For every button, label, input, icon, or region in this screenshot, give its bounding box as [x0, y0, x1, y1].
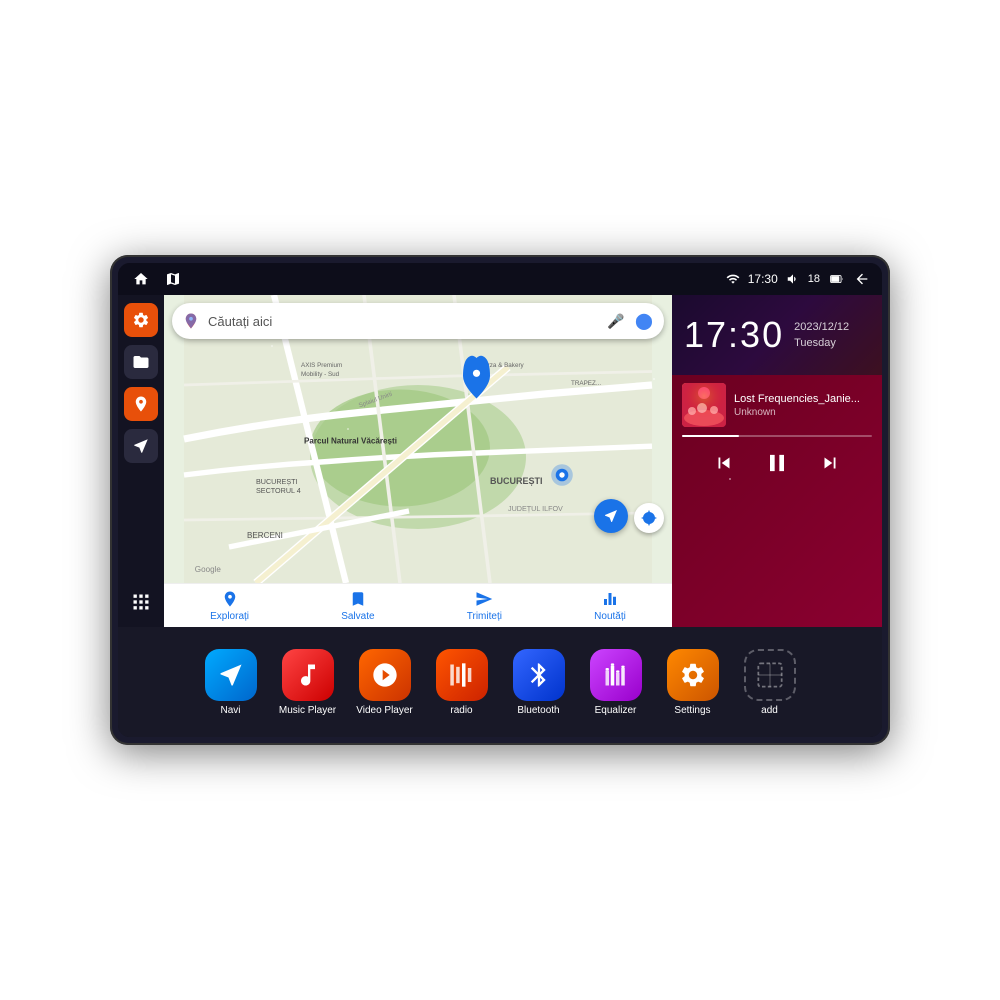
navi-label: Navi — [220, 705, 240, 716]
map-sidebar-btn[interactable] — [124, 387, 158, 421]
main-content: Parcul Natural Văcărești BUCUREȘTI JUDEȚ… — [118, 295, 882, 627]
tab-trimiteti-label: Trimiteți — [467, 611, 502, 622]
bluetooth-icon — [513, 649, 565, 701]
clock-time: 17:30 — [684, 317, 784, 353]
music-widget: Lost Frequencies_Janie... Unknown — [672, 375, 882, 627]
left-sidebar — [118, 295, 164, 627]
status-time: 17:30 — [748, 272, 778, 286]
music-text: Lost Frequencies_Janie... Unknown — [734, 393, 872, 418]
svg-text:BUCUREȘTI: BUCUREȘTI — [490, 476, 543, 486]
music-progress-bar[interactable] — [682, 435, 872, 437]
folder-sidebar-btn[interactable] — [124, 345, 158, 379]
nav-sidebar-btn[interactable] — [124, 429, 158, 463]
app-grid: Navi Music Player Video Player — [118, 627, 882, 737]
svg-text:BERCENI: BERCENI — [247, 531, 283, 540]
svg-text:SECTORUL 4: SECTORUL 4 — [256, 486, 301, 495]
status-bar: 17:30 18 — [118, 263, 882, 295]
add-label: add — [761, 705, 778, 716]
map-search-bar[interactable]: Căutați aici 🎤 ⬤ — [172, 303, 664, 339]
music-info: Lost Frequencies_Janie... Unknown — [682, 383, 872, 427]
radio-icon — [436, 649, 488, 701]
video-player-icon — [359, 649, 411, 701]
music-title: Lost Frequencies_Janie... — [734, 393, 872, 405]
svg-text:JUDEȚUL ILFOV: JUDEȚUL ILFOV — [508, 504, 563, 513]
news-icon — [600, 589, 620, 609]
music-player-icon — [282, 649, 334, 701]
map-tab-salvate[interactable]: Salvate — [341, 589, 374, 622]
clock-date: 2023/12/12 Tuesday — [794, 319, 849, 352]
battery-level: 18 — [808, 273, 820, 285]
app-settings[interactable]: Settings — [660, 649, 725, 716]
equalizer-label: Equalizer — [595, 705, 637, 716]
device-screen: 17:30 18 — [118, 263, 882, 737]
map-container[interactable]: Parcul Natural Văcărești BUCUREȘTI JUDEȚ… — [164, 295, 672, 583]
svg-text:AXIS Premium: AXIS Premium — [301, 362, 342, 369]
prev-btn[interactable] — [709, 448, 739, 478]
clock-day: Tuesday — [794, 335, 849, 352]
explore-icon — [220, 589, 240, 609]
tab-explorati-label: Explorați — [210, 611, 249, 622]
map-tab-trimiteti[interactable]: Trimiteți — [467, 589, 502, 622]
tab-salvate-label: Salvate — [341, 611, 374, 622]
clock-widget: 17:30 2023/12/12 Tuesday — [672, 295, 882, 375]
share-icon — [474, 589, 494, 609]
app-navi[interactable]: Navi — [198, 649, 263, 716]
svg-text:Mobility - Sud: Mobility - Sud — [301, 371, 340, 378]
app-add[interactable]: add — [737, 649, 802, 716]
tab-noutati-label: Noutăți — [594, 611, 626, 622]
map-locate-btn[interactable] — [634, 503, 664, 533]
svg-text:TRAPEZ...: TRAPEZ... — [571, 380, 601, 387]
map-tab-noutati[interactable]: Noutăți — [594, 589, 626, 622]
app-bluetooth[interactable]: Bluetooth — [506, 649, 571, 716]
device-frame: 17:30 18 — [110, 255, 890, 745]
music-artist: Unknown — [734, 407, 872, 418]
home-icon[interactable] — [130, 268, 152, 290]
nav-fab-btn[interactable] — [594, 499, 628, 533]
map-bottom-tabs: Explorați Salvate Trimiteți — [164, 583, 672, 627]
next-btn[interactable] — [815, 448, 845, 478]
settings-sidebar-btn[interactable] — [124, 303, 158, 337]
music-controls — [682, 445, 872, 481]
center-map-area: Parcul Natural Văcărești BUCUREȘTI JUDEȚ… — [164, 295, 672, 627]
grid-btn[interactable] — [124, 585, 158, 619]
music-progress-fill — [682, 435, 739, 437]
map-tab-explorati[interactable]: Explorați — [210, 589, 249, 622]
add-icon — [744, 649, 796, 701]
equalizer-icon — [590, 649, 642, 701]
settings-app-label: Settings — [674, 705, 710, 716]
settings-app-icon — [667, 649, 719, 701]
album-art — [682, 383, 726, 427]
navi-icon — [205, 649, 257, 701]
app-video-player[interactable]: Video Player — [352, 649, 417, 716]
radio-label: radio — [450, 705, 472, 716]
maps-status-icon[interactable] — [162, 268, 184, 290]
search-menu-icon[interactable]: ⬤ — [634, 311, 654, 331]
bluetooth-label: Bluetooth — [517, 705, 559, 716]
video-player-label: Video Player — [356, 705, 413, 716]
pause-btn[interactable] — [759, 445, 795, 481]
search-mic-icon[interactable]: 🎤 — [606, 311, 626, 331]
right-panel: 17:30 2023/12/12 Tuesday — [672, 295, 882, 627]
svg-text:BUCUREȘTI: BUCUREȘTI — [256, 477, 298, 486]
saved-icon — [348, 589, 368, 609]
clock-date-value: 2023/12/12 — [794, 319, 849, 336]
app-radio[interactable]: radio — [429, 649, 494, 716]
music-player-label: Music Player — [279, 705, 336, 716]
svg-text:Parcul Natural Văcărești: Parcul Natural Văcărești — [304, 437, 397, 446]
app-equalizer[interactable]: Equalizer — [583, 649, 648, 716]
app-music-player[interactable]: Music Player — [275, 649, 340, 716]
svg-text:Google: Google — [195, 565, 222, 574]
map-search-text: Căutați aici — [208, 314, 598, 329]
